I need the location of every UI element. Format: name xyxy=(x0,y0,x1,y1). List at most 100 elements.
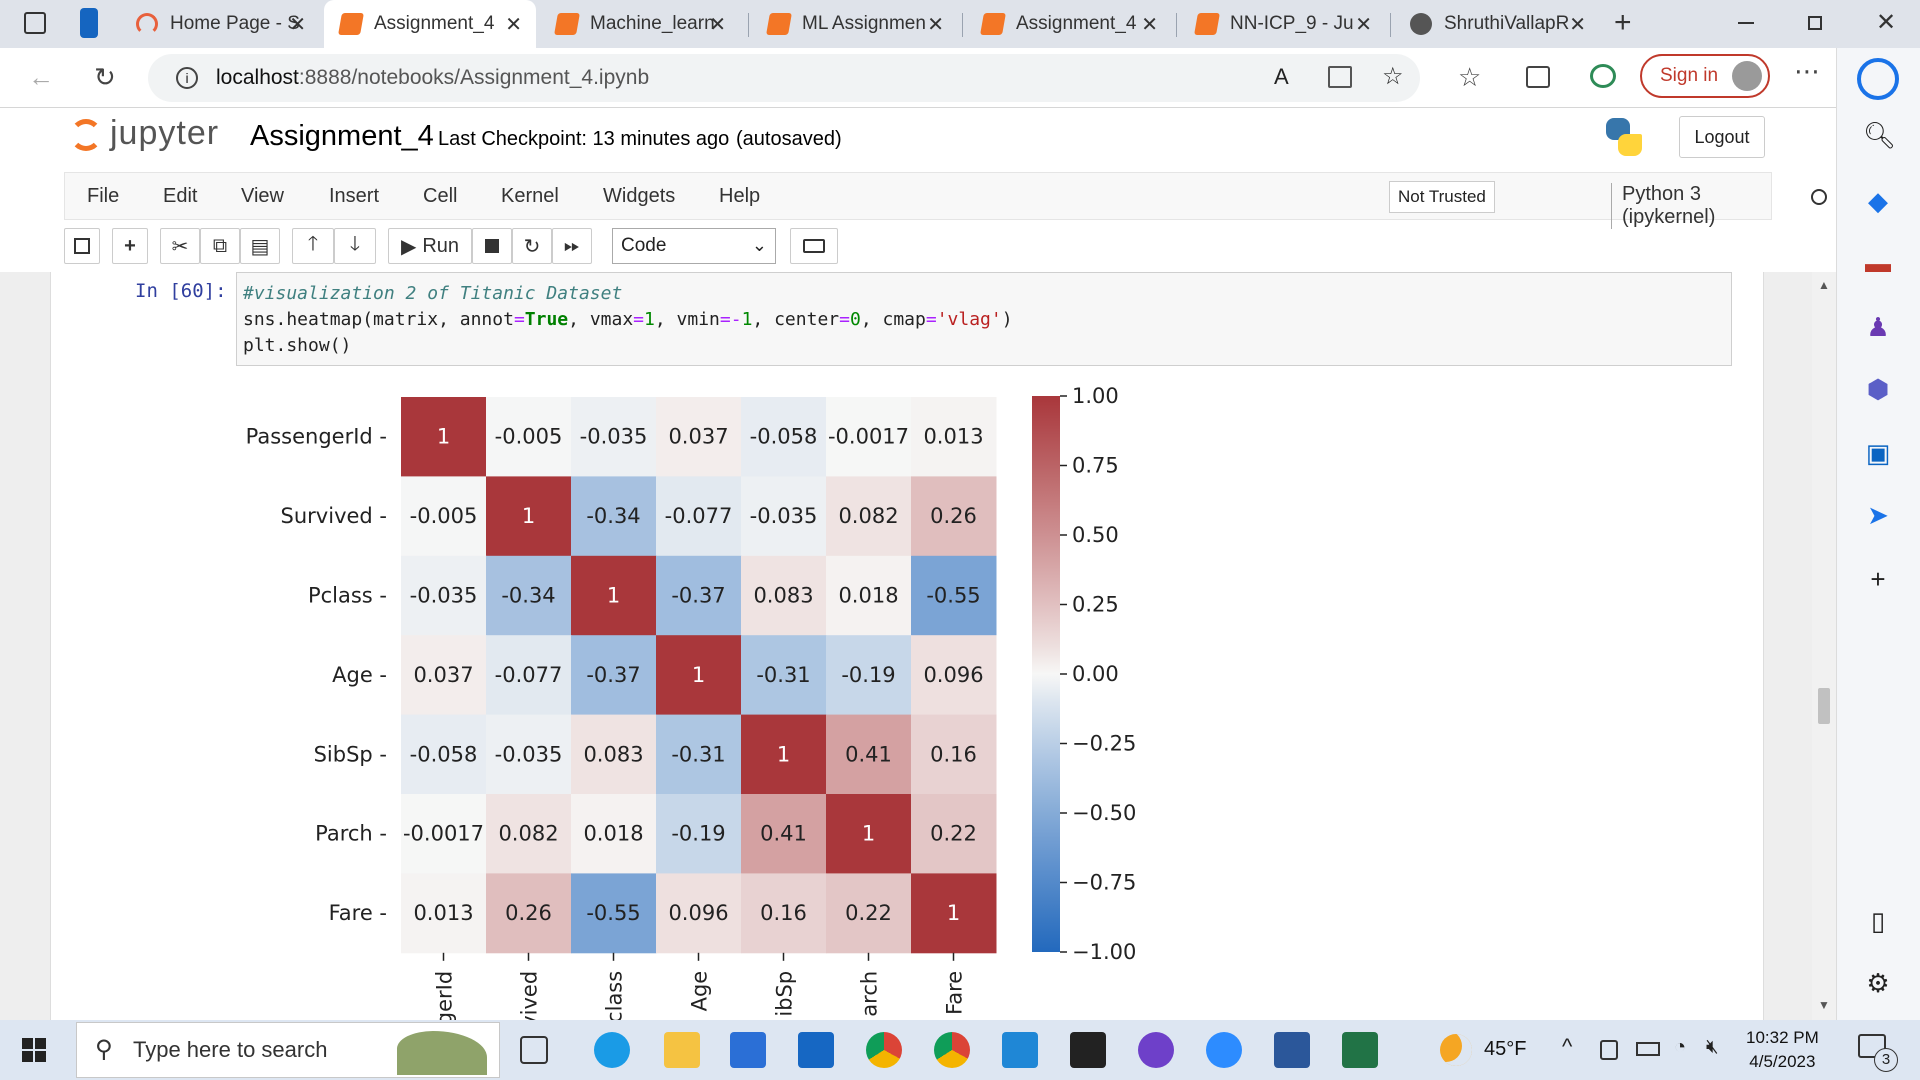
github-desktop-icon[interactable] xyxy=(1138,1032,1174,1068)
zoom-app-icon[interactable] xyxy=(1206,1032,1242,1068)
more-options-icon[interactable]: ⋯ xyxy=(1794,56,1820,87)
scroll-down-icon[interactable]: ▼ xyxy=(1818,998,1830,1012)
tab-actions-icon[interactable] xyxy=(24,12,46,34)
restart-run-all-button[interactable]: ⏩︎ xyxy=(552,228,592,264)
tools-icon[interactable]: ▬ xyxy=(1863,248,1893,278)
chrome-profile-app-icon[interactable] xyxy=(934,1032,970,1068)
favorites-icon[interactable]: ☆ xyxy=(1458,62,1481,93)
close-icon[interactable]: ✕ xyxy=(505,12,522,37)
menu-edit[interactable]: Edit xyxy=(163,185,197,208)
terminal-app-icon[interactable] xyxy=(1070,1032,1106,1068)
tab-nn-icp-9[interactable]: NN-ICP_9 - Ju ✕ xyxy=(1180,0,1386,48)
move-up-button[interactable]: 🡑 xyxy=(292,228,334,264)
minimize-icon[interactable] xyxy=(1738,22,1754,24)
system-clock[interactable]: 10:32 PM 4/5/2023 xyxy=(1746,1026,1819,1074)
excel-app-icon[interactable] xyxy=(1342,1032,1378,1068)
menu-kernel[interactable]: Kernel xyxy=(501,185,559,208)
shopping-icon[interactable]: ◆ xyxy=(1863,186,1893,216)
weather-temperature[interactable]: 45°F xyxy=(1484,1038,1526,1061)
outlook-icon[interactable]: ▣ xyxy=(1863,438,1893,468)
menu-insert[interactable]: Insert xyxy=(329,185,379,208)
close-icon[interactable]: ✕ xyxy=(1569,12,1586,37)
read-aloud-icon[interactable]: A xyxy=(1274,64,1289,90)
jupyter-logo[interactable]: jupyter xyxy=(70,114,219,153)
windows-start-icon[interactable] xyxy=(22,1038,46,1062)
drop-icon[interactable]: ➤ xyxy=(1863,500,1893,530)
paste-button[interactable]: ▤ xyxy=(240,228,280,264)
wifi-icon[interactable]: ◔ xyxy=(1674,1036,1686,1059)
tab-home-page[interactable]: Home Page - S ✕ xyxy=(120,0,320,48)
vscode-app-icon[interactable] xyxy=(1002,1032,1038,1068)
word-app-icon[interactable] xyxy=(1274,1032,1310,1068)
meet-now-icon[interactable] xyxy=(1600,1040,1618,1060)
workspaces-icon[interactable] xyxy=(80,8,98,38)
menu-file[interactable]: File xyxy=(87,185,119,208)
run-button[interactable]: ▶ Run xyxy=(388,228,472,264)
home-page-favicon-icon xyxy=(136,13,158,35)
command-palette-button[interactable] xyxy=(790,228,838,264)
copy-button[interactable]: ⧉ xyxy=(200,228,240,264)
vertical-scrollbar[interactable]: ▲ ▼ xyxy=(1812,272,1836,1020)
close-icon[interactable]: ✕ xyxy=(1355,12,1372,37)
notebook-name[interactable]: Assignment_4 xyxy=(250,120,434,153)
menu-view[interactable]: View xyxy=(241,185,284,208)
menu-widgets[interactable]: Widgets xyxy=(603,185,675,208)
browser-essentials-icon[interactable] xyxy=(1590,64,1616,88)
window-close-icon[interactable]: ✕ xyxy=(1876,8,1896,37)
close-icon[interactable]: ✕ xyxy=(1141,12,1158,37)
collections-icon[interactable] xyxy=(1526,66,1550,88)
x-tick-label: class xyxy=(603,971,627,1020)
search-icon[interactable]: 🔍︎ xyxy=(1863,120,1896,150)
scrollbar-thumb[interactable] xyxy=(1818,688,1830,724)
interrupt-button[interactable] xyxy=(472,228,512,264)
restart-kernel-button[interactable]: ↻ xyxy=(512,228,552,264)
menu-cell[interactable]: Cell xyxy=(423,185,457,208)
heatmap-annotation: 0.037 xyxy=(668,425,728,449)
tab-machine-learn[interactable]: Machine_learn ✕ xyxy=(540,0,740,48)
tab-ml-assignment[interactable]: ML Assignmen ✕ xyxy=(752,0,958,48)
refresh-icon[interactable]: ↻ xyxy=(94,62,116,93)
menu-help[interactable]: Help xyxy=(719,185,760,208)
close-icon[interactable]: ✕ xyxy=(289,12,306,37)
settings-gear-icon[interactable]: ⚙ xyxy=(1863,968,1893,998)
tab-assignment-4-active[interactable]: Assignment_4 ✕ xyxy=(324,0,536,48)
logout-button[interactable]: Logout xyxy=(1679,116,1765,158)
add-favorite-icon[interactable]: ☆ xyxy=(1382,62,1404,91)
url-field[interactable]: i localhost:8888/notebooks/Assignment_4.… xyxy=(148,54,1420,102)
restore-icon[interactable] xyxy=(1808,16,1822,30)
edge-app-icon[interactable] xyxy=(594,1032,630,1068)
sign-in-button[interactable]: Sign in xyxy=(1640,54,1770,98)
file-explorer-icon[interactable] xyxy=(664,1032,700,1068)
heatmap-annotation: 1 xyxy=(692,663,705,687)
insert-cell-button[interactable]: + xyxy=(112,228,148,264)
notebook-page: In [60]: #visualization 2 of Titanic Dat… xyxy=(50,272,1764,1020)
save-button[interactable] xyxy=(64,228,100,264)
microsoft-store-icon[interactable] xyxy=(730,1032,766,1068)
weather-moon-icon[interactable] xyxy=(1440,1034,1472,1066)
battery-icon[interactable] xyxy=(1636,1042,1660,1056)
close-icon[interactable]: ✕ xyxy=(709,12,726,37)
microsoft-365-icon[interactable]: ⬢ xyxy=(1863,374,1893,404)
scroll-up-icon[interactable]: ▲ xyxy=(1818,278,1830,292)
close-icon[interactable]: ✕ xyxy=(927,12,944,37)
tab-github[interactable]: ShruthiVallapR ✕ xyxy=(1394,0,1600,48)
not-trusted-badge[interactable]: Not Trusted xyxy=(1389,181,1495,213)
new-tab-icon[interactable]: + xyxy=(1614,6,1632,40)
cut-button[interactable]: ✂ xyxy=(160,228,200,264)
immersive-reader-icon[interactable] xyxy=(1328,66,1352,88)
tray-chevron-up-icon[interactable]: ^ xyxy=(1562,1034,1572,1060)
volume-muted-icon[interactable]: 🔇︎ xyxy=(1706,1036,1719,1059)
games-icon[interactable]: ♟ xyxy=(1863,312,1893,342)
hide-sidebar-icon[interactable]: ▯ xyxy=(1863,906,1893,936)
move-down-button[interactable]: 🡓 xyxy=(334,228,376,264)
back-arrow-icon[interactable]: ← xyxy=(28,62,54,93)
cell-type-select[interactable]: Code ⌄ xyxy=(612,228,776,264)
mail-icon[interactable] xyxy=(798,1032,834,1068)
site-info-icon[interactable]: i xyxy=(176,67,198,89)
tab-assignment-4[interactable]: Assignment_4 ✕ xyxy=(966,0,1172,48)
chrome-app-icon[interactable] xyxy=(866,1032,902,1068)
bing-chat-icon[interactable] xyxy=(1857,58,1899,100)
add-sidebar-app-icon[interactable]: + xyxy=(1863,564,1893,594)
taskbar-search-field[interactable]: ⚲ Type here to search xyxy=(76,1022,500,1078)
task-view-icon[interactable] xyxy=(520,1036,548,1064)
